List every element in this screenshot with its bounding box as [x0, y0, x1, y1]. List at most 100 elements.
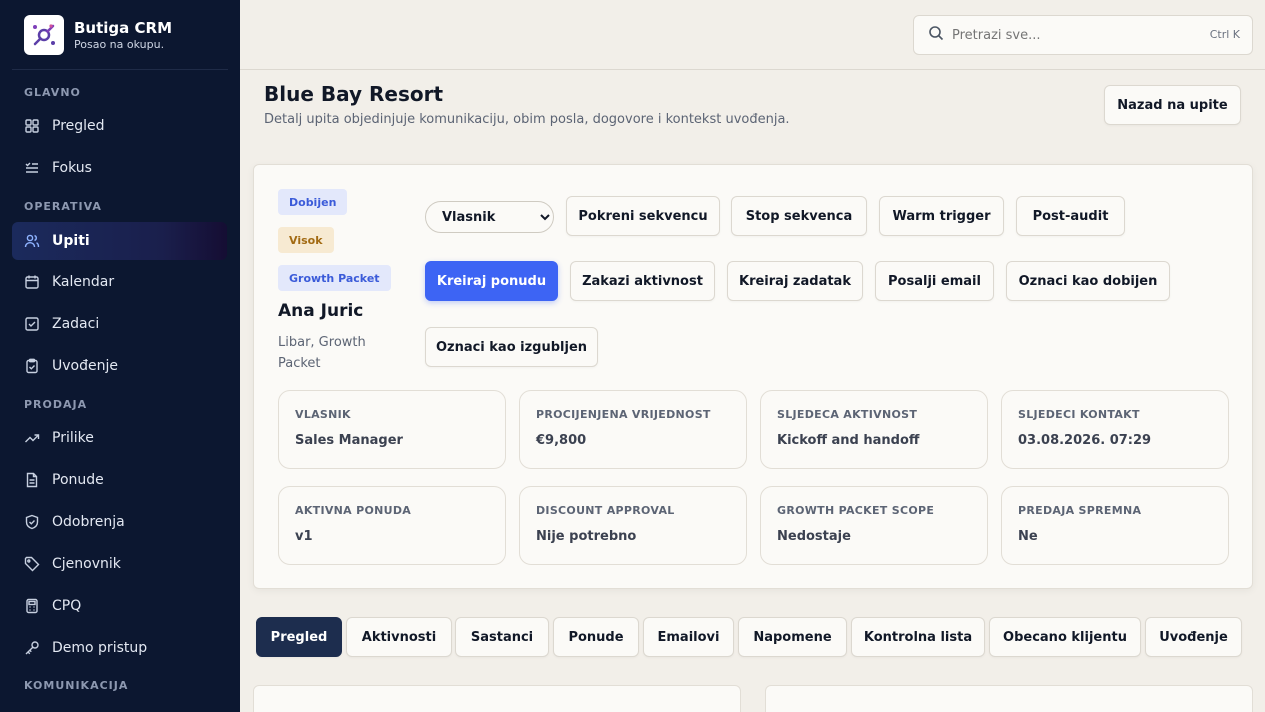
stat-label: SLJEDECI KONTAKT	[1018, 408, 1140, 421]
stat-label: PROCIJENJENA VRIJEDNOST	[536, 408, 711, 421]
trend-icon	[24, 430, 40, 446]
search-input[interactable]	[952, 27, 1192, 43]
sidebar-divider	[12, 69, 228, 70]
sidebar-item-label: Prilike	[52, 430, 94, 446]
shield-icon	[24, 514, 40, 530]
sidebar-section-communication: KOMUNIKACIJA	[24, 679, 129, 692]
sidebar-item-label: Demo pristup	[52, 640, 148, 656]
stat-value: Nije potrebno	[536, 529, 637, 544]
sidebar-item-label: Fokus	[52, 160, 92, 176]
sidebar-item-prilike[interactable]: Prilike	[12, 419, 227, 457]
post-audit-button[interactable]: Post-audit	[1016, 196, 1125, 236]
brand[interactable]: Butiga CRM Posao na okupu.	[24, 15, 172, 55]
stop-sequence-button[interactable]: Stop sekvenca	[731, 196, 867, 236]
sidebar-item-upiti[interactable]: Upiti	[12, 222, 227, 260]
tab-uvodenje[interactable]: Uvođenje	[1145, 617, 1242, 657]
sidebar-section-sales: PRODAJA	[24, 398, 88, 411]
tab-napomene[interactable]: Napomene	[738, 617, 847, 657]
schedule-activity-button[interactable]: Zakazi aktivnost	[570, 261, 715, 301]
start-sequence-button[interactable]: Pokreni sekvencu	[566, 196, 720, 236]
page-subtitle: Detalj upita objedinjuje komunikaciju, o…	[264, 112, 790, 127]
stat-label: VLASNIK	[295, 408, 351, 421]
sidebar-section-operations: OPERATIVA	[24, 200, 102, 213]
stat-active-offer: AKTIVNA PONUDA v1	[278, 486, 506, 565]
tab-ponude[interactable]: Ponude	[553, 617, 639, 657]
stat-handoff-ready: PREDAJA SPREMNA Ne	[1001, 486, 1229, 565]
tab-obecano-klijentu[interactable]: Obecano klijentu	[989, 617, 1141, 657]
sidebar-item-cjenovnik[interactable]: Cjenovnik	[12, 545, 227, 583]
page-title: Blue Bay Resort	[264, 82, 444, 106]
stat-value: Sales Manager	[295, 433, 403, 448]
sidebar-item-label: Odobrenja	[52, 514, 125, 530]
list-check-icon	[24, 160, 40, 176]
tab-aktivnosti[interactable]: Aktivnosti	[346, 617, 452, 657]
create-task-button[interactable]: Kreiraj zadatak	[727, 261, 863, 301]
topbar-divider	[240, 69, 1265, 70]
sidebar-item-label: Pregled	[52, 118, 105, 134]
sidebar-item-label: CPQ	[52, 598, 82, 614]
send-email-button[interactable]: Posalji email	[875, 261, 994, 301]
overview-panel-left	[253, 685, 741, 712]
product-badge: Growth Packet	[278, 265, 391, 291]
stat-label: AKTIVNA PONUDA	[295, 504, 412, 517]
sidebar-item-fokus[interactable]: Fokus	[12, 149, 227, 187]
checkbox-icon	[24, 316, 40, 332]
sidebar-item-demo-pristup[interactable]: Demo pristup	[12, 629, 227, 667]
back-to-leads-button[interactable]: Nazad na upite	[1104, 85, 1241, 125]
stat-next-contact: SLJEDECI KONTAKT 03.08.2026. 07:29	[1001, 390, 1229, 469]
mark-won-button[interactable]: Oznaci kao dobijen	[1006, 261, 1170, 301]
sidebar-item-label: Ponude	[52, 472, 104, 488]
sidebar-item-label: Zadaci	[52, 316, 100, 332]
overview-panel-right	[765, 685, 1253, 712]
sidebar: Butiga CRM Posao na okupu. GLAVNO Pregle…	[0, 0, 240, 712]
stat-value: €9,800	[536, 433, 587, 448]
calendar-icon	[24, 274, 40, 290]
sidebar-item-label: Kalendar	[52, 274, 115, 290]
contact-subtitle: Libar, Growth Packet	[278, 335, 366, 371]
stat-label: PREDAJA SPREMNA	[1018, 504, 1142, 517]
sidebar-item-zadaci[interactable]: Zadaci	[12, 305, 227, 343]
stat-value: 03.08.2026. 07:29	[1018, 433, 1152, 448]
tab-sastanci[interactable]: Sastanci	[455, 617, 549, 657]
sidebar-item-odobrenja[interactable]: Odobrenja	[12, 503, 227, 541]
stat-discount-approval: DISCOUNT APPROVAL Nije potrebno	[519, 486, 747, 565]
stat-label: GROWTH PACKET SCOPE	[777, 504, 935, 517]
priority-badge: Visok	[278, 227, 334, 253]
stat-growth-packet-scope: GROWTH PACKET SCOPE Nedostaje	[760, 486, 988, 565]
stat-value: v1	[295, 529, 313, 544]
tag-icon	[24, 556, 40, 572]
tab-pregled[interactable]: Pregled	[256, 617, 342, 657]
calculator-icon	[24, 598, 40, 614]
contact-name: Ana Juric	[278, 301, 364, 321]
sidebar-item-cpq[interactable]: CPQ	[12, 587, 227, 625]
sidebar-item-kalendar[interactable]: Kalendar	[12, 263, 227, 301]
key-icon	[24, 640, 40, 656]
stat-estimated-value: PROCIJENJENA VRIJEDNOST €9,800	[519, 390, 747, 469]
app-name: Butiga CRM	[74, 19, 172, 37]
sidebar-item-label: Upiti	[52, 233, 90, 249]
warm-trigger-button[interactable]: Warm trigger	[879, 196, 1004, 236]
mark-lost-button[interactable]: Oznaci kao izgubljen	[425, 327, 598, 367]
sidebar-item-ponude[interactable]: Ponude	[12, 461, 227, 499]
lead-detail-card: Dobijen Visok Growth Packet Ana Juric Li…	[253, 164, 1253, 589]
document-icon	[24, 472, 40, 488]
create-offer-button[interactable]: Kreiraj ponudu	[425, 261, 558, 301]
stat-owner: VLASNIK Sales Manager	[278, 390, 506, 469]
global-search[interactable]: Ctrl K	[913, 15, 1253, 55]
sidebar-item-uvodenje[interactable]: Uvođenje	[12, 347, 227, 385]
stat-label: SLJEDECA AKTIVNOST	[777, 408, 918, 421]
search-shortcut-hint: Ctrl K	[1209, 28, 1240, 41]
app-logo-icon	[24, 15, 64, 55]
owner-select[interactable]: Vlasnik	[425, 201, 554, 233]
tab-kontrolna-lista[interactable]: Kontrolna lista	[851, 617, 985, 657]
clipboard-icon	[24, 358, 40, 374]
stat-value: Ne	[1018, 529, 1038, 544]
search-icon	[928, 25, 944, 45]
sidebar-item-label: Uvođenje	[52, 358, 118, 374]
sidebar-item-pregled[interactable]: Pregled	[12, 107, 227, 145]
stage-badge: Dobijen	[278, 189, 348, 215]
stat-value: Nedostaje	[777, 529, 851, 544]
tab-emailovi[interactable]: Emailovi	[643, 617, 734, 657]
app-tagline: Posao na okupu.	[74, 38, 165, 51]
sidebar-section-main: GLAVNO	[24, 86, 81, 99]
